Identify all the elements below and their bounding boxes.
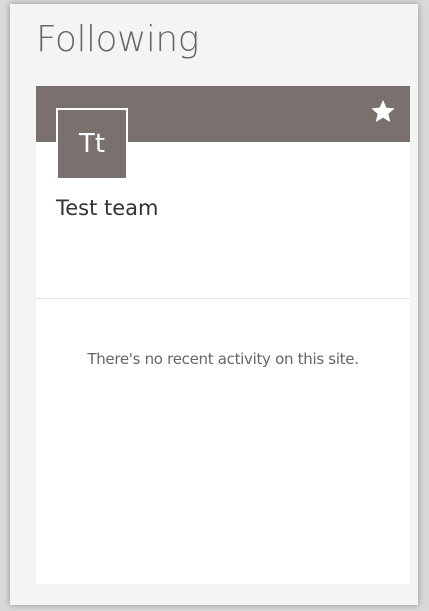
- site-logo[interactable]: Tt: [56, 108, 128, 180]
- star-icon-graphic: [371, 99, 395, 122]
- empty-activity-message: There's no recent activity on this site.: [87, 350, 359, 368]
- star-icon[interactable]: [368, 96, 398, 126]
- site-initials: Tt: [78, 129, 106, 159]
- page-title: Following: [36, 19, 199, 60]
- site-name-link[interactable]: Test team: [56, 196, 159, 220]
- card-divider: [36, 298, 410, 299]
- site-card[interactable]: Tt Test team There's no recent activity …: [36, 86, 410, 584]
- following-panel: Following Tt Test team There's no recent…: [10, 4, 418, 605]
